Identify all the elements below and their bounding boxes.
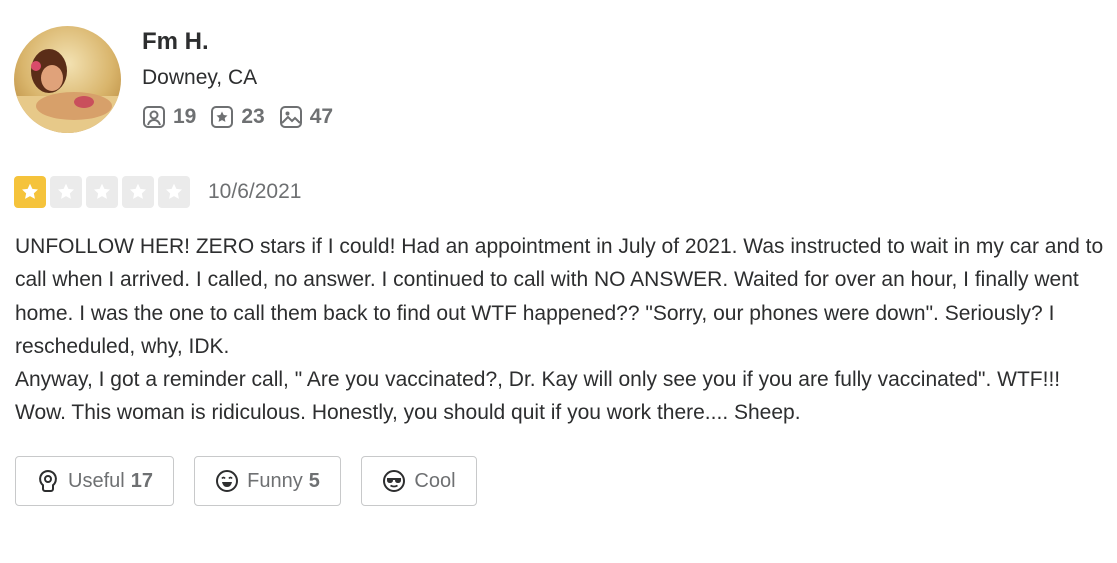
cool-button[interactable]: Cool	[361, 456, 477, 506]
avatar[interactable]	[14, 26, 121, 133]
star-3	[86, 176, 118, 208]
photos-count: 47	[309, 105, 334, 128]
star-1	[14, 176, 46, 208]
user-name[interactable]: Fm H.	[142, 28, 209, 56]
review-paragraph: Anyway, I got a reminder call, " Are you…	[15, 368, 1061, 425]
review-date: 10/6/2021	[208, 180, 302, 203]
star-2	[50, 176, 82, 208]
friends-count: 19	[173, 105, 197, 128]
review-actions: Useful 17 Funny 5 Cool	[15, 456, 497, 506]
sunglasses-face-icon	[383, 470, 406, 492]
review-star-icon	[211, 106, 234, 128]
review-paragraph: UNFOLLOW HER! ZERO stars if I could! Had…	[15, 235, 1104, 358]
star-icon	[58, 183, 74, 199]
star-icon	[22, 183, 38, 199]
star-rating	[14, 176, 194, 208]
friends-stat: 19	[142, 105, 196, 129]
star-5	[158, 176, 190, 208]
rating-row: 10/6/2021	[14, 176, 301, 208]
friends-icon	[143, 106, 165, 128]
cool-label: Cool	[414, 469, 456, 492]
reviews-count: 23	[241, 105, 265, 128]
funny-label: Funny	[247, 469, 303, 492]
review-text: UNFOLLOW HER! ZERO stars if I could! Had…	[15, 230, 1110, 430]
useful-button[interactable]: Useful 17	[15, 456, 174, 506]
star-icon	[130, 183, 146, 199]
funny-count: 5	[308, 469, 320, 492]
photo-icon	[279, 106, 302, 128]
photos-stat: 47	[279, 105, 333, 129]
laughing-face-icon	[216, 470, 239, 492]
useful-count: 17	[130, 469, 153, 492]
star-icon	[94, 183, 110, 199]
reviews-stat: 23	[210, 105, 265, 129]
star-4	[122, 176, 154, 208]
useful-label: Useful	[68, 469, 125, 492]
user-stats: 19 23 47	[142, 105, 347, 129]
user-location: Downey, CA	[142, 66, 258, 89]
lightbulb-icon	[39, 469, 57, 492]
star-icon	[166, 183, 182, 199]
funny-button[interactable]: Funny 5	[194, 456, 341, 506]
